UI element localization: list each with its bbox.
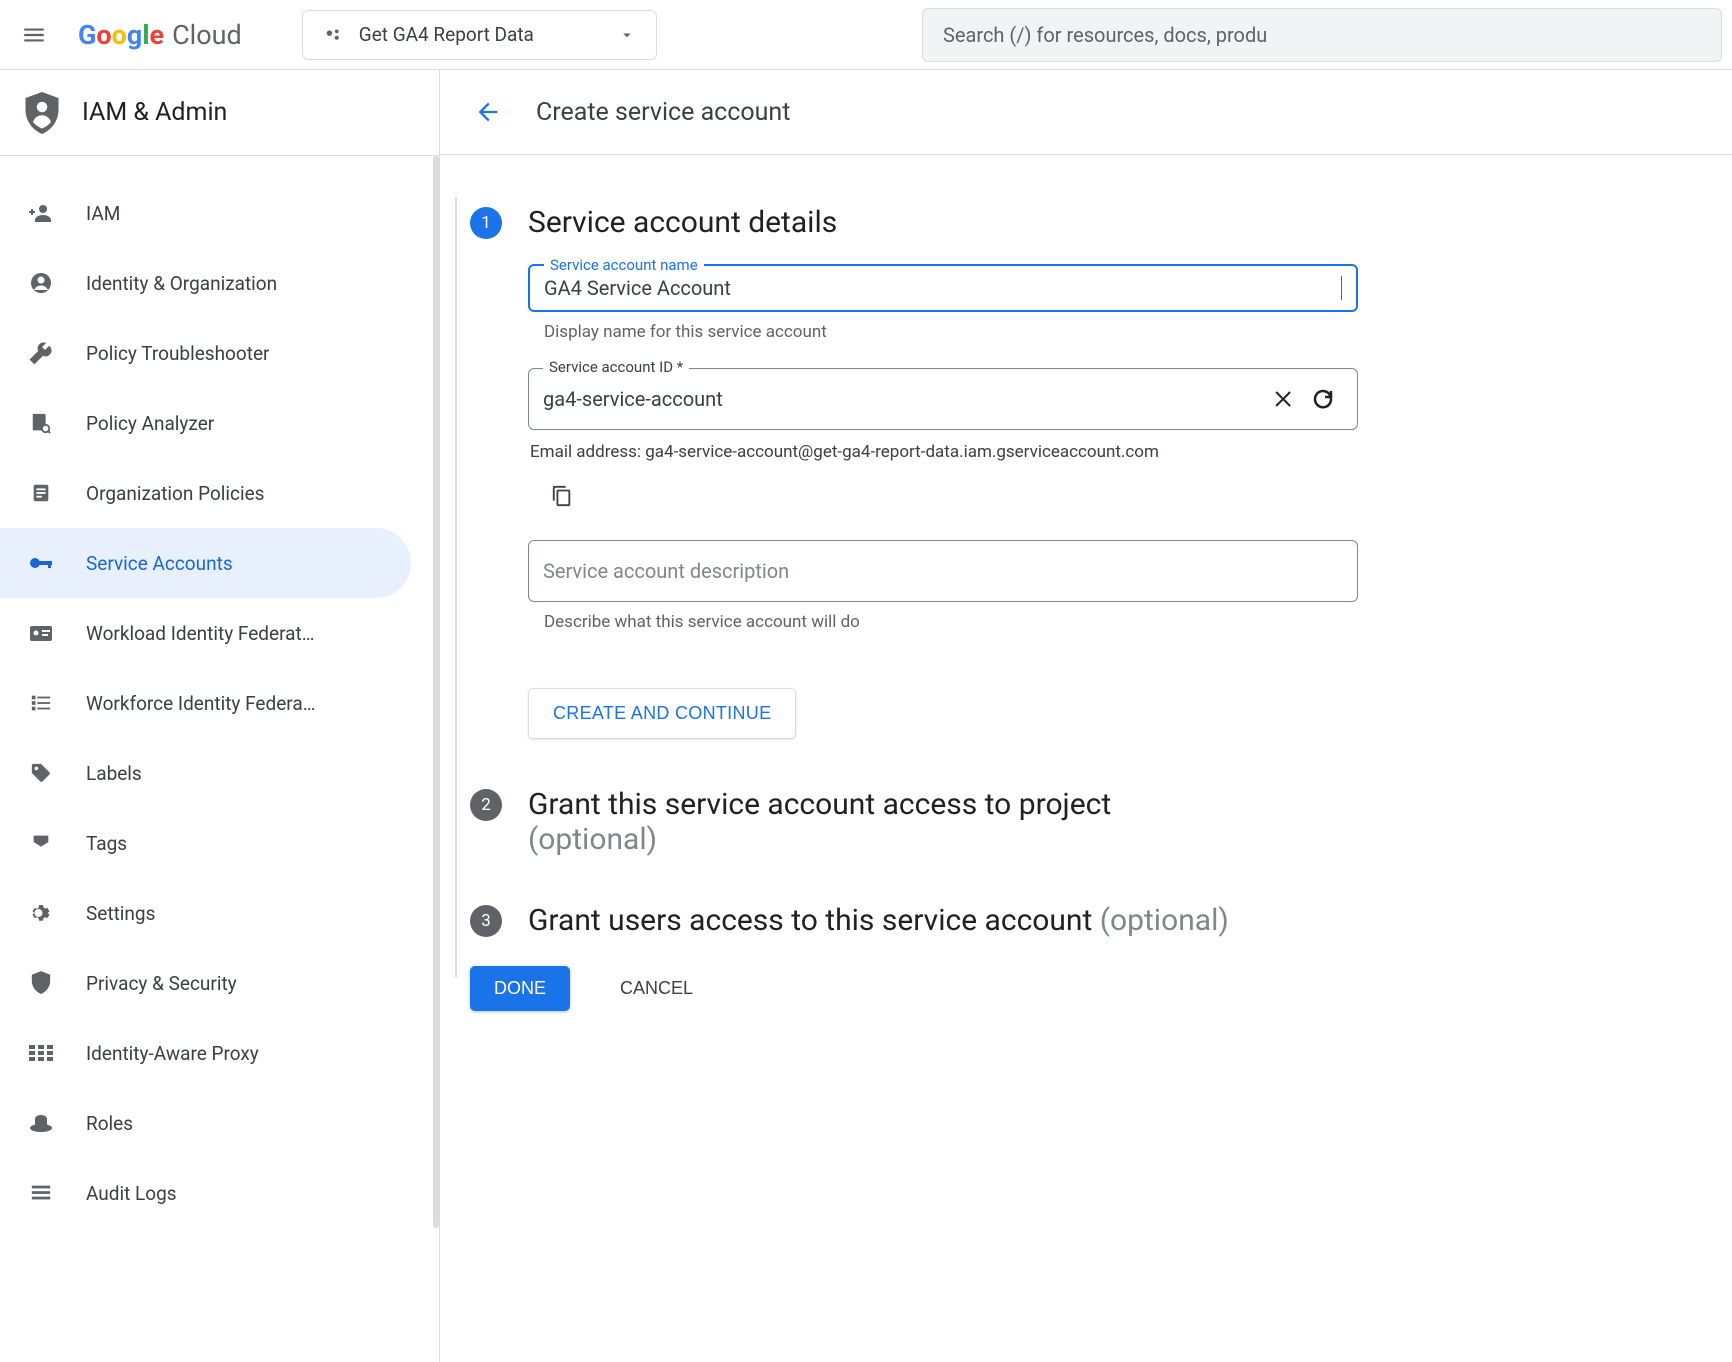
bookmark-icon xyxy=(28,830,54,856)
sidebar-item-label: Service Accounts xyxy=(86,552,233,575)
hat-icon xyxy=(28,1110,54,1136)
top-bar: Google Cloud Get GA4 Report Data Search … xyxy=(0,0,1732,70)
cloud-word: Cloud xyxy=(172,19,242,51)
sidebar-item-tags[interactable]: Tags xyxy=(0,808,411,878)
step-3-number: 3 xyxy=(470,905,502,937)
sidebar-item-label: Settings xyxy=(86,902,155,925)
sidebar-item-label: Audit Logs xyxy=(86,1182,177,1205)
sidebar-item-service-accounts[interactable]: Service Accounts xyxy=(0,528,411,598)
sidebar-item-settings[interactable]: Settings xyxy=(0,878,411,948)
sidebar-item-roles[interactable]: Roles xyxy=(0,1088,411,1158)
sidebar-item-workforce-identity-federa[interactable]: Workforce Identity Federa… xyxy=(0,668,411,738)
list-icon xyxy=(28,690,54,716)
sidebar-item-label: Tags xyxy=(86,832,127,855)
sidebar-item-label: Workforce Identity Federa… xyxy=(86,692,315,715)
google-cloud-logo[interactable]: Google Cloud xyxy=(78,19,242,51)
wrench-icon xyxy=(28,340,54,366)
sidebar-item-workload-identity-federat[interactable]: Workload Identity Federat… xyxy=(0,598,411,668)
steps-container: 1 Service account details Service accoun… xyxy=(440,155,1440,1061)
sidebar-item-label: Workload Identity Federat… xyxy=(86,622,314,645)
sidebar-item-labels[interactable]: Labels xyxy=(0,738,411,808)
service-account-description-field[interactable]: Service account description xyxy=(528,540,1358,602)
close-icon xyxy=(1271,387,1295,411)
id-label: Service account ID * xyxy=(543,358,689,376)
lines-icon xyxy=(28,1180,54,1206)
hamburger-icon xyxy=(21,22,47,48)
sidebar-item-label: Organization Policies xyxy=(86,482,264,505)
main-content: Create service account 1 Service account… xyxy=(440,70,1732,1362)
sidebar-item-policy-analyzer[interactable]: Policy Analyzer xyxy=(0,388,411,458)
step-2-header[interactable]: 2 Grant this service account access to p… xyxy=(470,787,1440,857)
google-wordmark: Google xyxy=(78,19,164,51)
clear-id-button[interactable] xyxy=(1263,379,1303,419)
done-button[interactable]: DONE xyxy=(470,966,570,1011)
back-button[interactable] xyxy=(468,92,508,132)
email-line: Email address: ga4-service-account@get-g… xyxy=(530,442,1440,462)
step-3-header[interactable]: 3 Grant users access to this service acc… xyxy=(470,903,1440,938)
service-account-id-field[interactable]: Service account ID * ga4-service-account xyxy=(528,368,1358,430)
sidebar-item-privacy-security[interactable]: Privacy & Security xyxy=(0,948,411,1018)
sidebar-item-label: Identity & Organization xyxy=(86,272,277,295)
sidebar-nav: IAM Identity & Organization Policy Trouble… xyxy=(0,155,439,1228)
page-header: Create service account xyxy=(440,70,1732,155)
sidebar: IAM & Admin IAM Identity & Organization Po… xyxy=(0,70,440,1362)
page-actions: DONE CANCEL xyxy=(470,966,1440,1011)
shield-icon xyxy=(28,970,54,996)
sidebar-item-label: Privacy & Security xyxy=(86,972,237,995)
badge-icon xyxy=(28,620,54,646)
sidebar-header: IAM & Admin xyxy=(0,70,439,155)
sidebar-item-label: Policy Troubleshooter xyxy=(86,342,269,365)
name-helper: Display name for this service account xyxy=(544,322,1440,342)
page-title: Create service account xyxy=(536,98,790,127)
sidebar-item-policy-troubleshooter[interactable]: Policy Troubleshooter xyxy=(0,318,411,388)
name-value: GA4 Service Account xyxy=(544,276,1342,300)
search-input[interactable]: Search (/) for resources, docs, produ xyxy=(922,8,1722,62)
create-and-continue-button[interactable]: CREATE AND CONTINUE xyxy=(528,688,796,739)
project-icon xyxy=(323,24,345,46)
desc-helper: Describe what this service account will … xyxy=(544,612,1440,632)
key-icon xyxy=(28,550,54,576)
doc-icon xyxy=(28,480,54,506)
gear-icon xyxy=(28,900,54,926)
step-2-title: Grant this service account access to pro… xyxy=(528,787,1111,857)
sidebar-item-label: Roles xyxy=(86,1112,133,1135)
account-icon xyxy=(28,270,54,296)
iam-admin-icon xyxy=(24,92,60,134)
service-account-name-field[interactable]: Service account name GA4 Service Account xyxy=(528,264,1358,312)
proxy-icon xyxy=(28,1040,54,1066)
search-placeholder: Search (/) for resources, docs, produ xyxy=(943,23,1267,47)
sidebar-item-iam[interactable]: IAM xyxy=(0,178,411,248)
refresh-icon xyxy=(1311,387,1335,411)
step-3-title: Grant users access to this service accou… xyxy=(528,903,1229,938)
step-2-number: 2 xyxy=(470,789,502,821)
sidebar-item-audit-logs[interactable]: Audit Logs xyxy=(0,1158,411,1228)
copy-icon xyxy=(551,485,573,507)
id-value: ga4-service-account xyxy=(543,387,1263,411)
caret-down-icon xyxy=(618,26,636,44)
step-1-title: Service account details xyxy=(528,205,837,240)
name-label: Service account name xyxy=(544,256,704,274)
copy-email-button[interactable] xyxy=(542,476,582,516)
step-1-body: Service account name GA4 Service Account… xyxy=(528,240,1440,777)
arrow-left-icon xyxy=(474,98,502,126)
sidebar-item-label: IAM xyxy=(86,202,120,225)
tag-icon xyxy=(28,760,54,786)
sidebar-title: IAM & Admin xyxy=(82,98,227,127)
cancel-button[interactable]: CANCEL xyxy=(596,966,717,1011)
regenerate-id-button[interactable] xyxy=(1303,379,1343,419)
sidebar-item-identity-organization[interactable]: Identity & Organization xyxy=(0,248,411,318)
sidebar-item-label: Labels xyxy=(86,762,142,785)
desc-placeholder: Service account description xyxy=(543,559,789,583)
step-1-number: 1 xyxy=(470,207,502,239)
project-selector[interactable]: Get GA4 Report Data xyxy=(302,10,657,60)
sidebar-item-identity-aware-proxy[interactable]: Identity-Aware Proxy xyxy=(0,1018,411,1088)
policy-icon xyxy=(28,410,54,436)
sidebar-item-organization-policies[interactable]: Organization Policies xyxy=(0,458,411,528)
sidebar-item-label: Policy Analyzer xyxy=(86,412,214,435)
project-name: Get GA4 Report Data xyxy=(359,23,604,46)
hamburger-menu-button[interactable] xyxy=(10,11,58,59)
step-1-header: 1 Service account details xyxy=(470,205,1440,240)
person-add-icon xyxy=(28,200,54,226)
sidebar-item-label: Identity-Aware Proxy xyxy=(86,1042,259,1065)
